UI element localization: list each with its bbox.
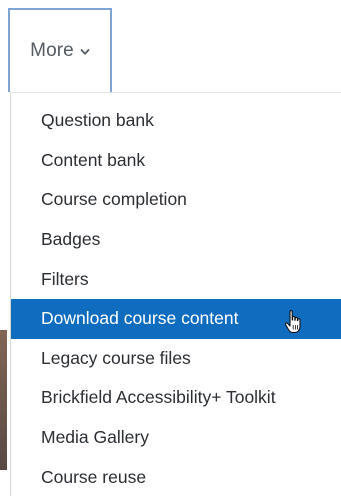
- background-edge: [0, 330, 7, 470]
- chevron-down-icon: [80, 49, 90, 55]
- menu-item-brickfield-accessibility-toolkit[interactable]: Brickfield Accessibility+ Toolkit: [11, 378, 341, 418]
- menu-item-label: Media Gallery: [41, 427, 149, 448]
- menu-item-media-gallery[interactable]: Media Gallery: [11, 418, 341, 458]
- hand-pointer-icon: [284, 310, 301, 334]
- menu-item-question-bank[interactable]: Question bank: [11, 101, 341, 141]
- menu-item-content-bank[interactable]: Content bank: [11, 141, 341, 181]
- menu-item-filters[interactable]: Filters: [11, 259, 341, 299]
- more-label: More: [30, 40, 74, 61]
- menu-item-label: Download course content: [41, 308, 239, 329]
- menu-item-label: Course completion: [41, 189, 187, 210]
- menu-item-label: Question bank: [41, 110, 154, 131]
- more-menu-toggle[interactable]: More: [8, 8, 112, 92]
- menu-item-course-reuse[interactable]: Course reuse: [11, 457, 341, 497]
- menu-item-label: Brickfield Accessibility+ Toolkit: [41, 387, 276, 408]
- menu-item-label: Legacy course files: [41, 347, 191, 368]
- menu-item-label: Content bank: [41, 149, 146, 170]
- menu-item-badges[interactable]: Badges: [11, 220, 341, 260]
- menu-item-label: Course reuse: [41, 466, 147, 487]
- more-dropdown-menu: Question bank Content bank Course comple…: [10, 92, 341, 496]
- page: More Question bank Content bank Course c…: [0, 0, 341, 501]
- menu-item-label: Filters: [41, 268, 89, 289]
- menu-item-course-completion[interactable]: Course completion: [11, 180, 341, 220]
- menu-item-legacy-course-files[interactable]: Legacy course files: [11, 339, 341, 379]
- menu-item-label: Badges: [41, 229, 101, 250]
- menu-item-download-course-content[interactable]: Download course content: [11, 298, 341, 339]
